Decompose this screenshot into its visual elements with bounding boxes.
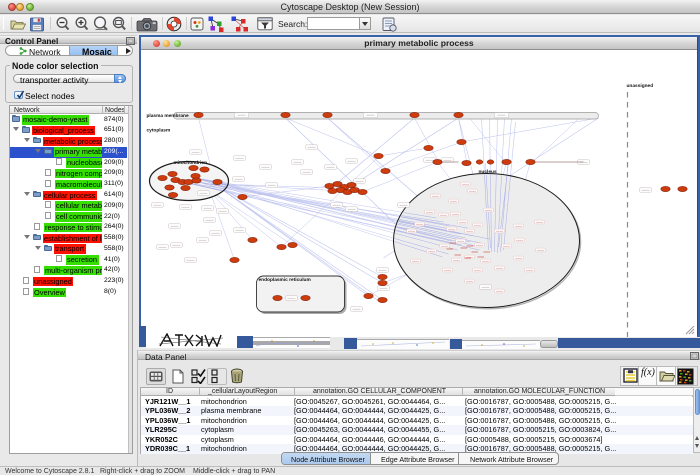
svg-text:mitochondrion: mitochondrion bbox=[174, 160, 208, 166]
svg-text:unassigned: unassigned bbox=[627, 83, 654, 89]
svg-text:cytoplasm: cytoplasm bbox=[147, 127, 171, 133]
svg-text:plasma membrane: plasma membrane bbox=[147, 113, 189, 119]
svg-text:nucleus: nucleus bbox=[479, 169, 497, 175]
svg-text:endoplasmic reticulum: endoplasmic reticulum bbox=[259, 277, 311, 283]
